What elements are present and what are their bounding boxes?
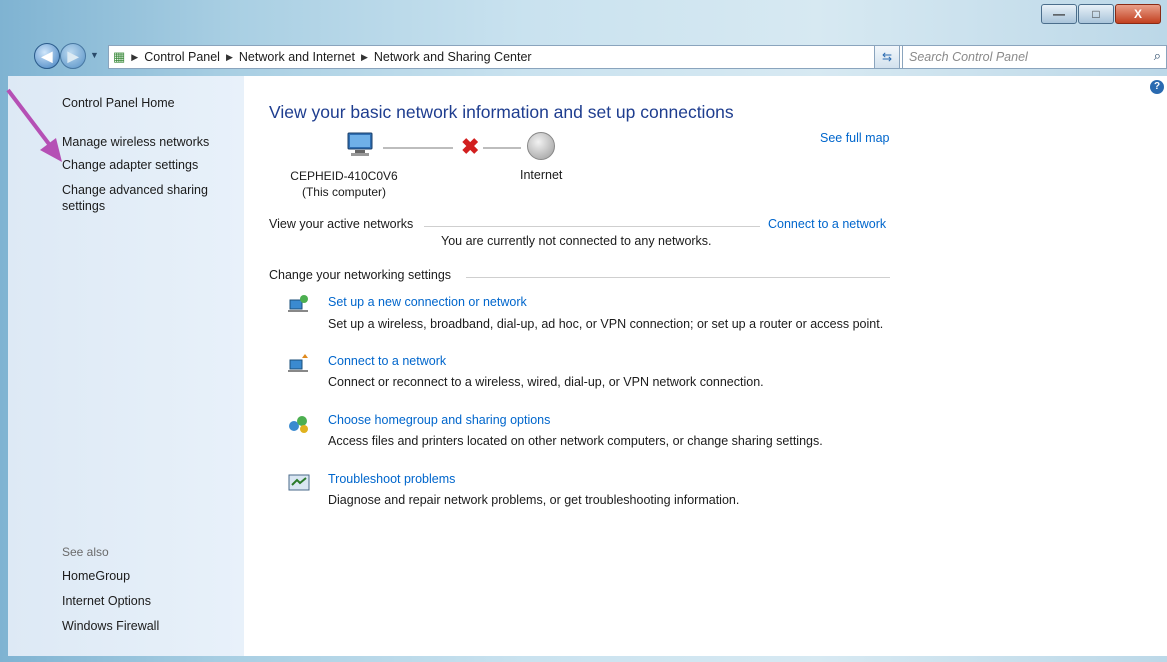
breadcrumb-network-and-internet[interactable]: Network and Internet — [239, 50, 355, 64]
breadcrumb-network-and-sharing-center[interactable]: Network and Sharing Center — [374, 50, 532, 64]
section-divider — [424, 226, 760, 227]
not-connected-status: You are currently not connected to any n… — [441, 234, 712, 248]
computer-icon[interactable] — [345, 132, 375, 158]
control-panel-icon: ▦ — [113, 49, 126, 64]
search-icon[interactable]: ⌕ — [1154, 48, 1161, 64]
close-button[interactable]: X — [1115, 4, 1161, 24]
sidebar-link-change-adapter[interactable]: Change adapter settings — [62, 158, 198, 172]
annotation-arrow-icon — [6, 88, 62, 162]
connection-line — [383, 147, 453, 149]
minimize-button[interactable]: — — [1041, 4, 1077, 24]
internet-globe-icon[interactable] — [527, 132, 555, 160]
address-bar[interactable]: ▦ ▶ Control Panel ▶ Network and Internet… — [108, 45, 930, 69]
window-controls: — □ X — [1041, 4, 1161, 24]
new-connection-icon — [288, 295, 308, 312]
task-connect-network-desc: Connect or reconnect to a wireless, wire… — [328, 375, 764, 389]
see-also-homegroup[interactable]: HomeGroup — [62, 569, 130, 583]
breadcrumb-separator[interactable]: ▶ — [226, 52, 233, 63]
computer-name: CEPHEID-410C0V6 — [290, 169, 398, 183]
breadcrumb-separator[interactable]: ▶ — [131, 52, 138, 63]
task-homegroup-link[interactable]: Choose homegroup and sharing options — [328, 413, 550, 427]
breadcrumb-control-panel[interactable]: Control Panel — [144, 50, 220, 64]
task-homegroup-desc: Access files and printers located on oth… — [328, 434, 823, 448]
change-settings-heading: Change your networking settings — [269, 268, 452, 282]
sidebar-link-manage-wireless[interactable]: Manage wireless networks — [62, 135, 209, 149]
see-also-label: See also — [62, 545, 109, 559]
forward-button[interactable]: ▶ — [60, 43, 86, 69]
maximize-button[interactable]: □ — [1078, 4, 1114, 24]
navigation-bar: ◀ ▶ ▼ ▦ ▶ Control Panel ▶ Network and In… — [30, 38, 1167, 69]
search-input[interactable]: Search Control Panel ⌕ — [902, 45, 1167, 69]
task-setup-connection-desc: Set up a wireless, broadband, dial-up, a… — [328, 317, 884, 331]
task-setup-connection-link[interactable]: Set up a new connection or network — [328, 295, 527, 309]
sidebar-link-advanced-sharing[interactable]: Change advanced sharing settings — [62, 182, 222, 214]
task-troubleshoot-link[interactable]: Troubleshoot problems — [328, 472, 455, 486]
see-also-internet-options[interactable]: Internet Options — [62, 594, 151, 608]
help-icon[interactable]: ? — [1150, 80, 1164, 94]
see-also-windows-firewall[interactable]: Windows Firewall — [62, 619, 159, 633]
homegroup-icon — [289, 416, 308, 433]
see-full-map-link[interactable]: See full map — [820, 131, 889, 145]
section-divider — [466, 277, 890, 278]
connect-network-icon — [288, 354, 308, 372]
page-title: View your basic network information and … — [269, 102, 734, 122]
search-placeholder: Search Control Panel — [909, 50, 1028, 64]
task-connect-network-link[interactable]: Connect to a network — [328, 354, 446, 368]
back-button[interactable]: ◀ — [34, 43, 60, 69]
internet-label: Internet — [520, 168, 563, 182]
disconnected-x-icon: ✖ — [461, 134, 480, 159]
computer-label: CEPHEID-410C0V6 (This computer) — [269, 168, 419, 200]
connect-to-network-link[interactable]: Connect to a network — [768, 217, 886, 231]
computer-subtitle: (This computer) — [301, 185, 387, 199]
title-bar: — □ X — [0, 0, 1167, 34]
connection-line — [483, 147, 521, 149]
recent-pages-dropdown-icon[interactable]: ▼ — [90, 50, 99, 60]
sidebar-control-panel-home[interactable]: Control Panel Home — [62, 96, 175, 110]
active-networks-heading: View your active networks — [269, 217, 414, 231]
breadcrumb-separator[interactable]: ▶ — [361, 52, 368, 63]
troubleshoot-icon — [288, 474, 310, 491]
refresh-button[interactable]: ⇆ — [874, 45, 900, 69]
task-troubleshoot-desc: Diagnose and repair network problems, or… — [328, 493, 740, 507]
